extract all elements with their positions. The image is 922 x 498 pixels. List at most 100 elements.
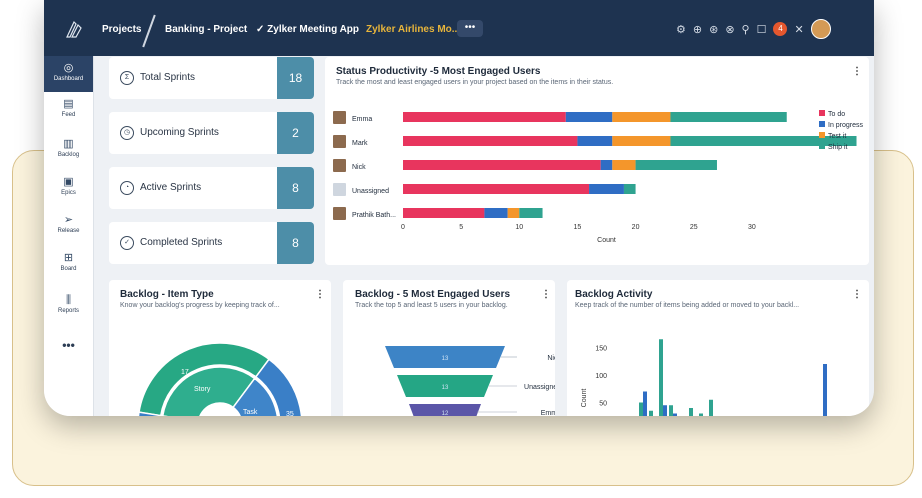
- user-avatar: [333, 135, 346, 148]
- y-tick-label: Mark: [352, 140, 368, 147]
- wing-logo-icon[interactable]: [64, 18, 86, 40]
- bar-segment: [589, 184, 624, 194]
- user-avatar: [333, 111, 346, 124]
- y-tick-label: Nick: [352, 164, 366, 171]
- app-window: Projects Banking - Project ✓ Zylker Meet…: [44, 0, 874, 416]
- activity-bar: [649, 410, 653, 416]
- x-tick-label: 0: [401, 224, 405, 231]
- crumb-projects[interactable]: Projects: [102, 24, 141, 35]
- crumb-banking-project[interactable]: Banking - Project: [165, 24, 247, 35]
- y-tick-label: 50: [599, 401, 607, 408]
- sidebar-item-reports[interactable]: ⫼ Reports: [44, 294, 93, 314]
- slice-value-label: 35: [286, 411, 294, 416]
- notification-badge[interactable]: 4: [773, 22, 788, 36]
- legend-label: In progress: [828, 122, 864, 129]
- reports-icon: ⫼: [65, 294, 72, 306]
- add-icon[interactable]: ⊕: [693, 23, 702, 36]
- sidebar-item-release[interactable]: ➢ Release: [44, 214, 93, 234]
- completed-sprints-card[interactable]: ✓ Completed Sprints 8: [109, 222, 314, 264]
- y-tick-label: 150: [595, 346, 607, 353]
- sidebar-item-board[interactable]: ⊞ Board: [44, 252, 93, 272]
- feed-icon: ▤: [63, 98, 74, 110]
- tools-icon[interactable]: ✕: [794, 23, 803, 36]
- y-tick-label: Prathik Bath...: [352, 212, 396, 219]
- bar-segment: [612, 112, 671, 122]
- backlog-activity-chart: Count 50 100 150: [581, 339, 827, 416]
- timer-icon[interactable]: ⚙: [676, 23, 686, 36]
- user-avatar: [333, 159, 346, 172]
- activity-bar: [709, 399, 713, 416]
- chat-icon[interactable]: ☐: [757, 23, 767, 36]
- user-avatar: [333, 207, 346, 220]
- sidebar-item-label: Epics: [61, 190, 76, 196]
- epics-icon: ▣: [63, 176, 74, 188]
- slice-name-label: Task: [243, 409, 258, 416]
- bar-segment: [577, 136, 613, 146]
- bar-segment: [507, 208, 520, 218]
- activity-bar: [823, 364, 827, 416]
- legend-swatch: [819, 143, 825, 149]
- funnel-category-label: Emma: [541, 410, 555, 416]
- apps-icon[interactable]: ⊛: [709, 23, 718, 36]
- user-avatar[interactable]: [810, 19, 831, 39]
- activity-bar: [639, 402, 643, 416]
- board-icon: ⊞: [63, 252, 74, 264]
- backlog-item-type-panel: Backlog - Item Type Know your backlog's …: [109, 280, 331, 416]
- legend-swatch: [819, 132, 825, 138]
- settings-icon[interactable]: ⊗: [725, 23, 734, 36]
- sprint-count: 18: [277, 57, 314, 99]
- timer-icon: ◔: [120, 181, 134, 195]
- activity-bar: [643, 391, 647, 416]
- sidebar-more-button[interactable]: •••: [44, 338, 93, 352]
- sidebar-item-feed[interactable]: ▤ Feed: [44, 98, 93, 118]
- x-tick-label: 15: [574, 224, 582, 231]
- bar-segment: [670, 112, 787, 122]
- sidebar-item-backlog[interactable]: ▥ Backlog: [44, 138, 93, 158]
- release-icon: ➢: [63, 214, 74, 226]
- breadcrumb-divider: [142, 14, 156, 48]
- active-sprints-card[interactable]: ◔ Active Sprints 8: [109, 167, 314, 209]
- more-projects-button[interactable]: •••: [457, 20, 483, 37]
- sidebar-item-label: Backlog: [57, 152, 80, 158]
- activity-bar: [669, 405, 673, 416]
- user-avatar: [333, 183, 346, 196]
- backlog-activity-panel: Backlog Activity Keep track of the numbe…: [567, 280, 869, 416]
- sprint-label: Active Sprints: [140, 182, 202, 193]
- sidebar-item-label: Dashboard: [53, 76, 84, 82]
- x-axis-label: Count: [597, 237, 616, 244]
- status-productivity-panel: Status Productivity -5 Most Engaged User…: [325, 57, 869, 265]
- bar-segment: [612, 160, 636, 170]
- search-icon[interactable]: ⚲: [742, 23, 750, 36]
- bar-segment: [403, 112, 566, 122]
- total-sprints-card[interactable]: Σ Total Sprints 18: [109, 57, 314, 99]
- sidebar-item-dashboard[interactable]: ◎ Dashboard: [44, 56, 93, 92]
- legend-label: To do: [828, 111, 845, 118]
- y-axis-label: Count: [581, 389, 588, 408]
- sprint-label: Total Sprints: [140, 72, 196, 83]
- status-productivity-chart: Emma Mark Nick Unassigned Prathik Bath... 0 5 1…: [333, 110, 864, 244]
- backlog-engaged-users-panel: Backlog - 5 Most Engaged Users Track the…: [343, 280, 555, 416]
- bar-segment: [403, 136, 578, 146]
- clock-icon: ◷: [120, 126, 134, 140]
- engaged-users-funnel-chart: 13 Nick 13 Unassigned 12 Emma: [385, 346, 555, 416]
- crumb-zylker-meeting-app[interactable]: ✓ Zylker Meeting App: [256, 24, 359, 35]
- upcoming-sprints-card[interactable]: ◷ Upcoming Sprints 2: [109, 112, 314, 154]
- activity-bar: [689, 408, 693, 416]
- legend-label: Test it: [828, 133, 846, 140]
- bar-segment: [600, 160, 613, 170]
- sprint-label: Completed Sprints: [140, 237, 223, 248]
- x-tick-label: 5: [459, 224, 463, 231]
- sidebar-item-epics[interactable]: ▣ Epics: [44, 176, 93, 196]
- bar-segment: [403, 208, 485, 218]
- sprint-count: 8: [277, 222, 314, 264]
- funnel-category-label: Nick: [547, 355, 555, 362]
- crumb-zylker-airlines[interactable]: Zylker Airlines Mo...: [366, 24, 460, 35]
- item-type-sunburst-chart: 17 Story Task 35: [137, 342, 303, 416]
- activity-bar: [663, 405, 667, 416]
- funnel-value-label: 12: [442, 411, 449, 416]
- y-tick-label: 100: [595, 373, 607, 380]
- sidebar-item-label: Feed: [61, 112, 76, 118]
- slice-name-label: Story: [194, 386, 211, 393]
- legend-label: Ship it: [828, 144, 848, 151]
- x-tick-label: 10: [515, 224, 523, 231]
